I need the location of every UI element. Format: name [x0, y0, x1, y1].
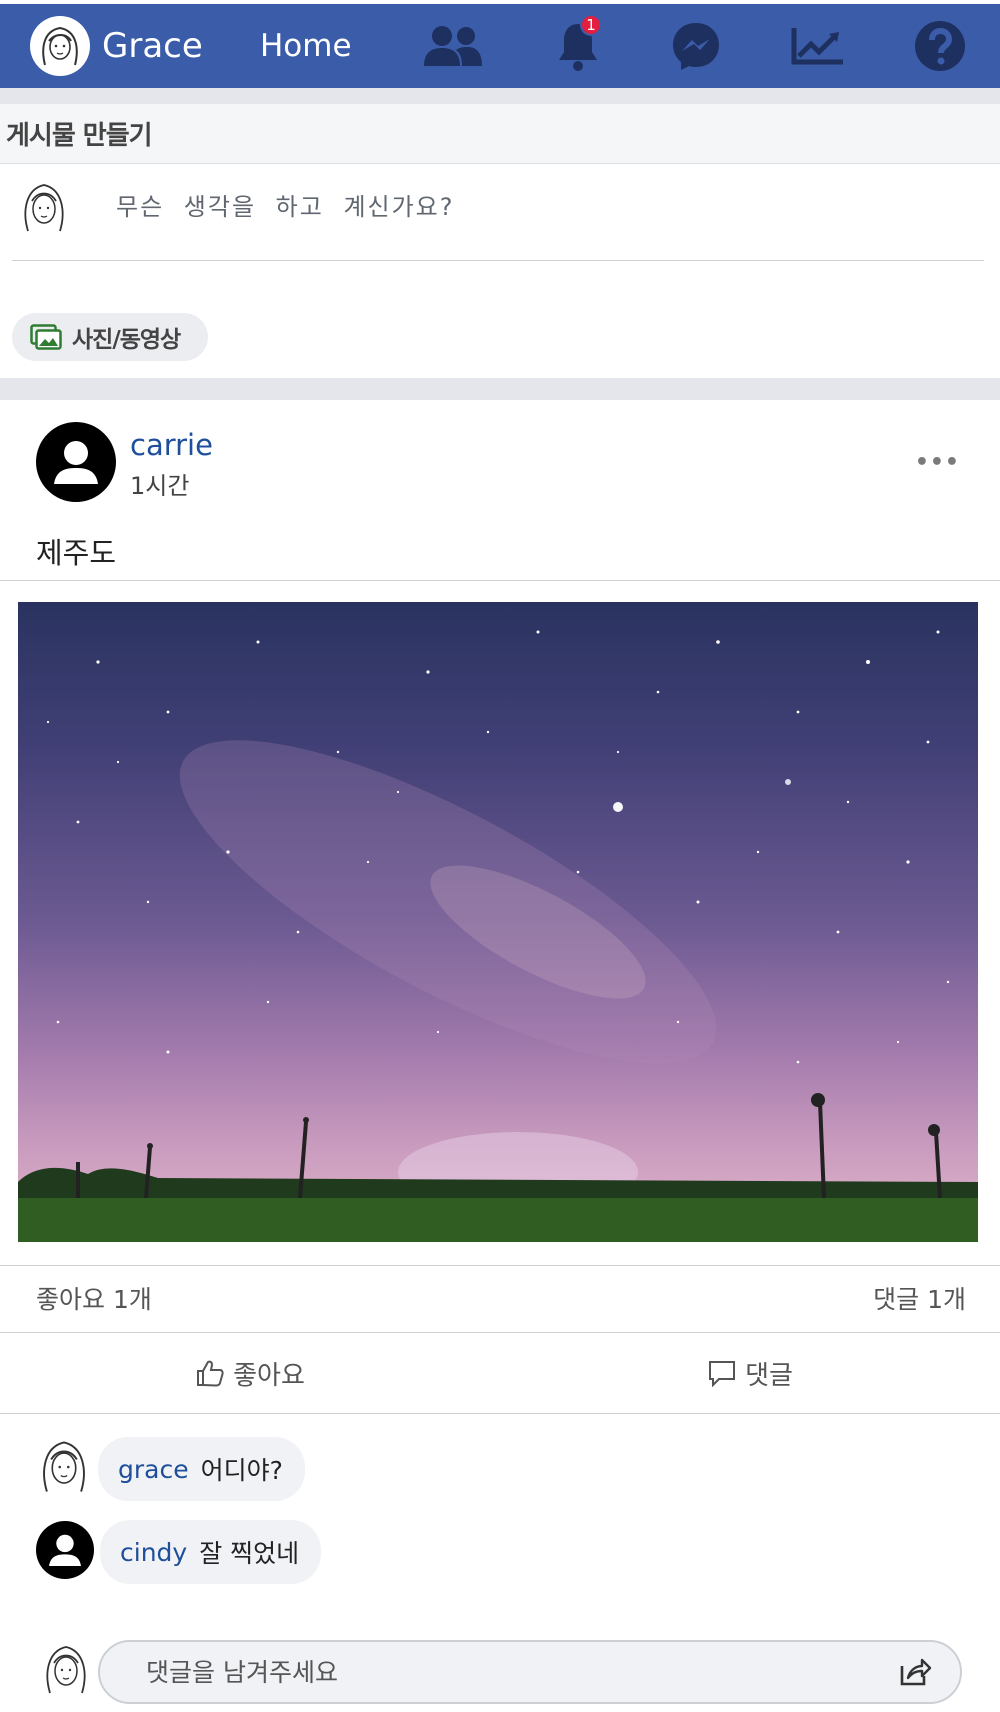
bell-icon[interactable]: 1 — [538, 4, 618, 88]
comment-input-box — [98, 1640, 962, 1704]
commenter-avatar[interactable] — [36, 1436, 92, 1502]
thumbs-up-icon — [197, 1360, 224, 1387]
divider — [0, 378, 1000, 400]
nav-home-link[interactable]: Home — [260, 28, 400, 64]
comment-composer — [40, 1640, 962, 1704]
messenger-icon[interactable] — [656, 4, 736, 88]
divider — [0, 88, 1000, 104]
nav-user-name: Grace — [102, 26, 203, 66]
share-icon[interactable] — [898, 1656, 932, 1692]
comment-text: 잘 찍었네 — [199, 1539, 300, 1568]
comment-icon — [709, 1361, 736, 1387]
commenter-avatar[interactable] — [36, 1521, 94, 1583]
create-post-row: 무슨 생각을 하고 계신가요? — [12, 165, 984, 261]
comment-item: cindy 잘 찍었네 — [36, 1520, 322, 1584]
post-card: carrie 1시간 ••• 제주도 좋아요 1개 댓글 1개 좋아요 댓글 g… — [0, 400, 1000, 1712]
comment-text: 어디야? — [200, 1456, 283, 1485]
author-avatar[interactable] — [36, 422, 116, 506]
comment-author[interactable]: grace — [118, 1455, 189, 1484]
more-options-icon[interactable]: ••• — [915, 450, 960, 475]
create-post-header: 게시물 만들기 — [0, 104, 1000, 164]
comment-bubble: cindy 잘 찍었네 — [100, 1520, 322, 1584]
post-timestamp: 1시간 — [130, 472, 190, 500]
notification-badge: 1 — [580, 14, 602, 36]
photos-icon — [30, 324, 62, 350]
comment-bubble: grace 어디야? — [98, 1437, 305, 1501]
like-count[interactable]: 좋아요 1개 — [36, 1280, 152, 1316]
composer-avatar — [40, 1641, 92, 1703]
post-author-name[interactable]: carrie — [130, 428, 213, 462]
comment-item: grace 어디야? — [36, 1436, 305, 1502]
photo-video-button[interactable]: 사진/동영상 — [12, 313, 208, 361]
composer-input[interactable]: 무슨 생각을 하고 계신가요? — [116, 187, 455, 222]
help-icon[interactable] — [900, 4, 980, 88]
comment-button[interactable]: 댓글 — [500, 1333, 1000, 1413]
create-post-box: 무슨 생각을 하고 계신가요? 사진/동영상 — [0, 165, 1000, 378]
post-actions: 좋아요 댓글 — [0, 1332, 1000, 1414]
post-stats: 좋아요 1개 댓글 1개 — [36, 1280, 966, 1316]
chart-icon[interactable] — [778, 4, 858, 88]
like-label: 좋아요 — [233, 1360, 305, 1391]
comment-count[interactable]: 댓글 1개 — [873, 1280, 966, 1316]
comment-label: 댓글 — [745, 1360, 793, 1391]
top-nav-bar: Grace Home 1 — [0, 4, 1000, 88]
create-post-title: 게시물 만들기 — [6, 121, 153, 151]
comment-input[interactable] — [146, 1657, 846, 1687]
nav-profile[interactable]: Grace — [30, 16, 260, 76]
like-button[interactable]: 좋아요 — [0, 1333, 500, 1413]
post-text: 제주도 — [36, 536, 117, 570]
user-avatar — [30, 16, 90, 76]
friends-icon[interactable] — [412, 4, 492, 88]
photo-video-label: 사진/동영상 — [72, 327, 181, 353]
composer-avatar — [18, 179, 70, 241]
post-photo-frame — [0, 580, 1000, 1266]
post-photo[interactable] — [18, 602, 978, 1242]
comment-author[interactable]: cindy — [120, 1538, 187, 1567]
